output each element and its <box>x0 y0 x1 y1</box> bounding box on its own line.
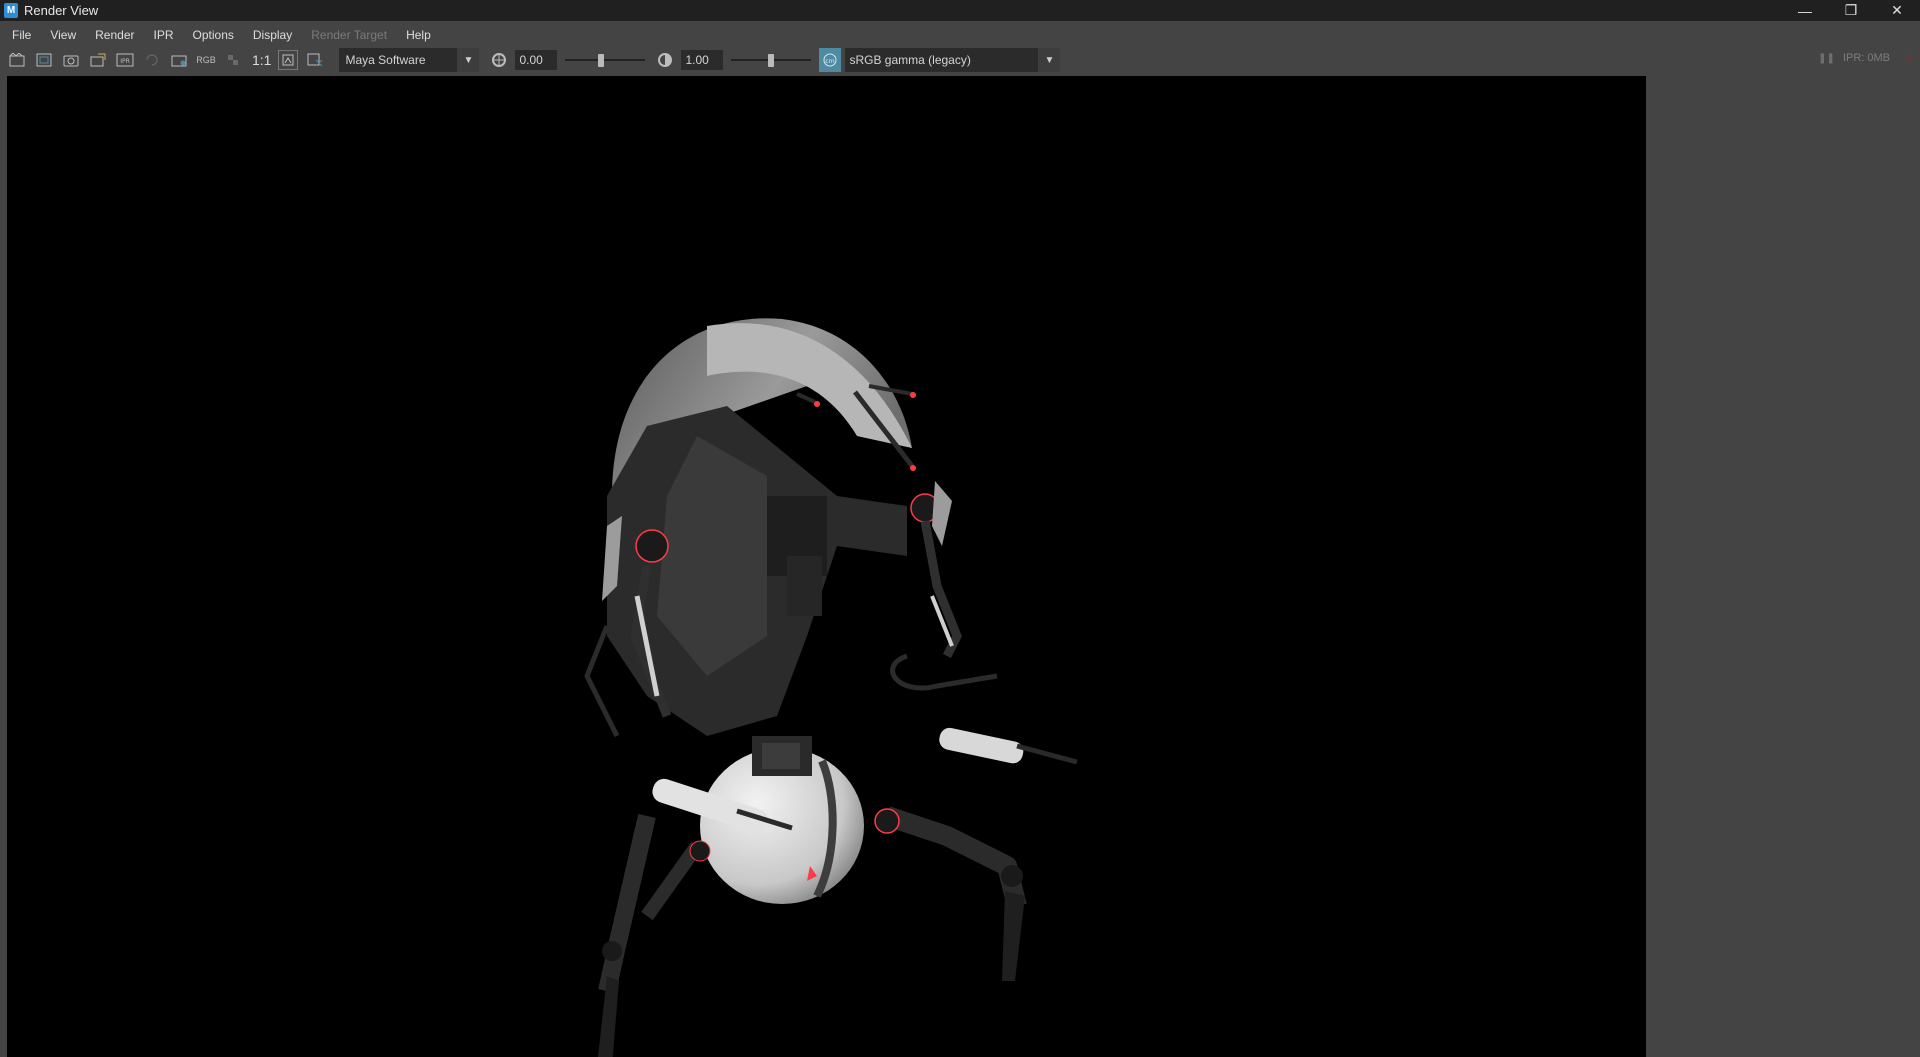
ipr-memory-label: IPR: 0MB <box>1842 52 1890 64</box>
menu-bar: File View Render IPR Options Display Ren… <box>0 24 1920 45</box>
window-title: Render View <box>24 3 99 18</box>
render-settings-icon[interactable] <box>169 50 189 70</box>
rgb-channel-icon[interactable]: RGB <box>196 50 216 70</box>
color-space-value: sRGB gamma (legacy) <box>849 53 971 67</box>
renderer-dropdown[interactable]: Maya Software ▼ <box>339 48 480 72</box>
render-sequence-icon[interactable] <box>88 50 108 70</box>
render-viewport[interactable] <box>7 76 1646 1057</box>
redo-previous-render-icon[interactable] <box>7 50 27 70</box>
snapshot-icon[interactable] <box>61 50 81 70</box>
gamma-icon[interactable] <box>655 50 675 70</box>
restore-button[interactable]: ❐ <box>1828 0 1874 21</box>
ipr-render-icon[interactable]: IPR <box>115 50 135 70</box>
exposure-slider-thumb[interactable] <box>598 54 605 67</box>
chevron-down-icon[interactable]: ▼ <box>457 48 480 72</box>
remove-image-icon[interactable] <box>305 50 325 70</box>
alpha-channel-icon[interactable] <box>223 50 243 70</box>
color-management-icon[interactable]: cm <box>819 48 842 72</box>
title-bar: M Render View — ❐ ✕ <box>0 0 1920 21</box>
gamma-field[interactable]: 1.00 <box>681 50 724 70</box>
render-toolbar: IPR RGB 1:1 Maya Software ▼ 0.00 1.00 cm… <box>0 45 1920 75</box>
render-region-icon[interactable] <box>34 50 54 70</box>
menu-ipr[interactable]: IPR <box>142 28 181 42</box>
pause-ipr-icon[interactable]: ❚❚ <box>1818 53 1835 64</box>
menu-options[interactable]: Options <box>181 28 241 42</box>
gamma-slider-thumb[interactable] <box>768 54 775 67</box>
close-ipr-icon[interactable]: ✕ <box>1905 52 1914 65</box>
ipr-icon-label: IPR <box>120 58 130 65</box>
menu-view[interactable]: View <box>38 28 83 42</box>
exposure-field[interactable]: 0.00 <box>515 50 558 70</box>
menu-display[interactable]: Display <box>241 28 299 42</box>
color-management-glyph: cm <box>826 58 835 65</box>
maya-app-icon: M <box>4 3 18 18</box>
window-controls: — ❐ ✕ <box>1782 0 1920 21</box>
refresh-ipr-icon <box>142 50 162 70</box>
menu-help[interactable]: Help <box>394 28 438 42</box>
real-size-button[interactable]: 1:1 <box>252 52 271 68</box>
rendered-droid-image <box>584 318 1078 1057</box>
minimize-button[interactable]: — <box>1782 0 1828 21</box>
exposure-slider[interactable] <box>565 50 646 70</box>
menu-file[interactable]: File <box>0 28 38 42</box>
color-space-dropdown[interactable]: sRGB gamma (legacy) ▼ <box>845 48 1061 72</box>
display-image-icon[interactable] <box>278 50 299 70</box>
chevron-down-icon[interactable]: ▼ <box>1038 48 1061 72</box>
gamma-slider[interactable] <box>731 50 812 70</box>
render-info-panel <box>1646 76 1920 1057</box>
menu-render[interactable]: Render <box>83 28 141 42</box>
exposure-icon[interactable] <box>489 50 509 70</box>
renderer-value: Maya Software <box>345 53 426 67</box>
menu-render-target: Render Target <box>311 27 388 42</box>
ipr-status: ❚❚ IPR: 0MB <box>1818 52 1890 64</box>
exposure-slider-track <box>565 59 646 61</box>
close-button[interactable]: ✕ <box>1874 0 1920 21</box>
